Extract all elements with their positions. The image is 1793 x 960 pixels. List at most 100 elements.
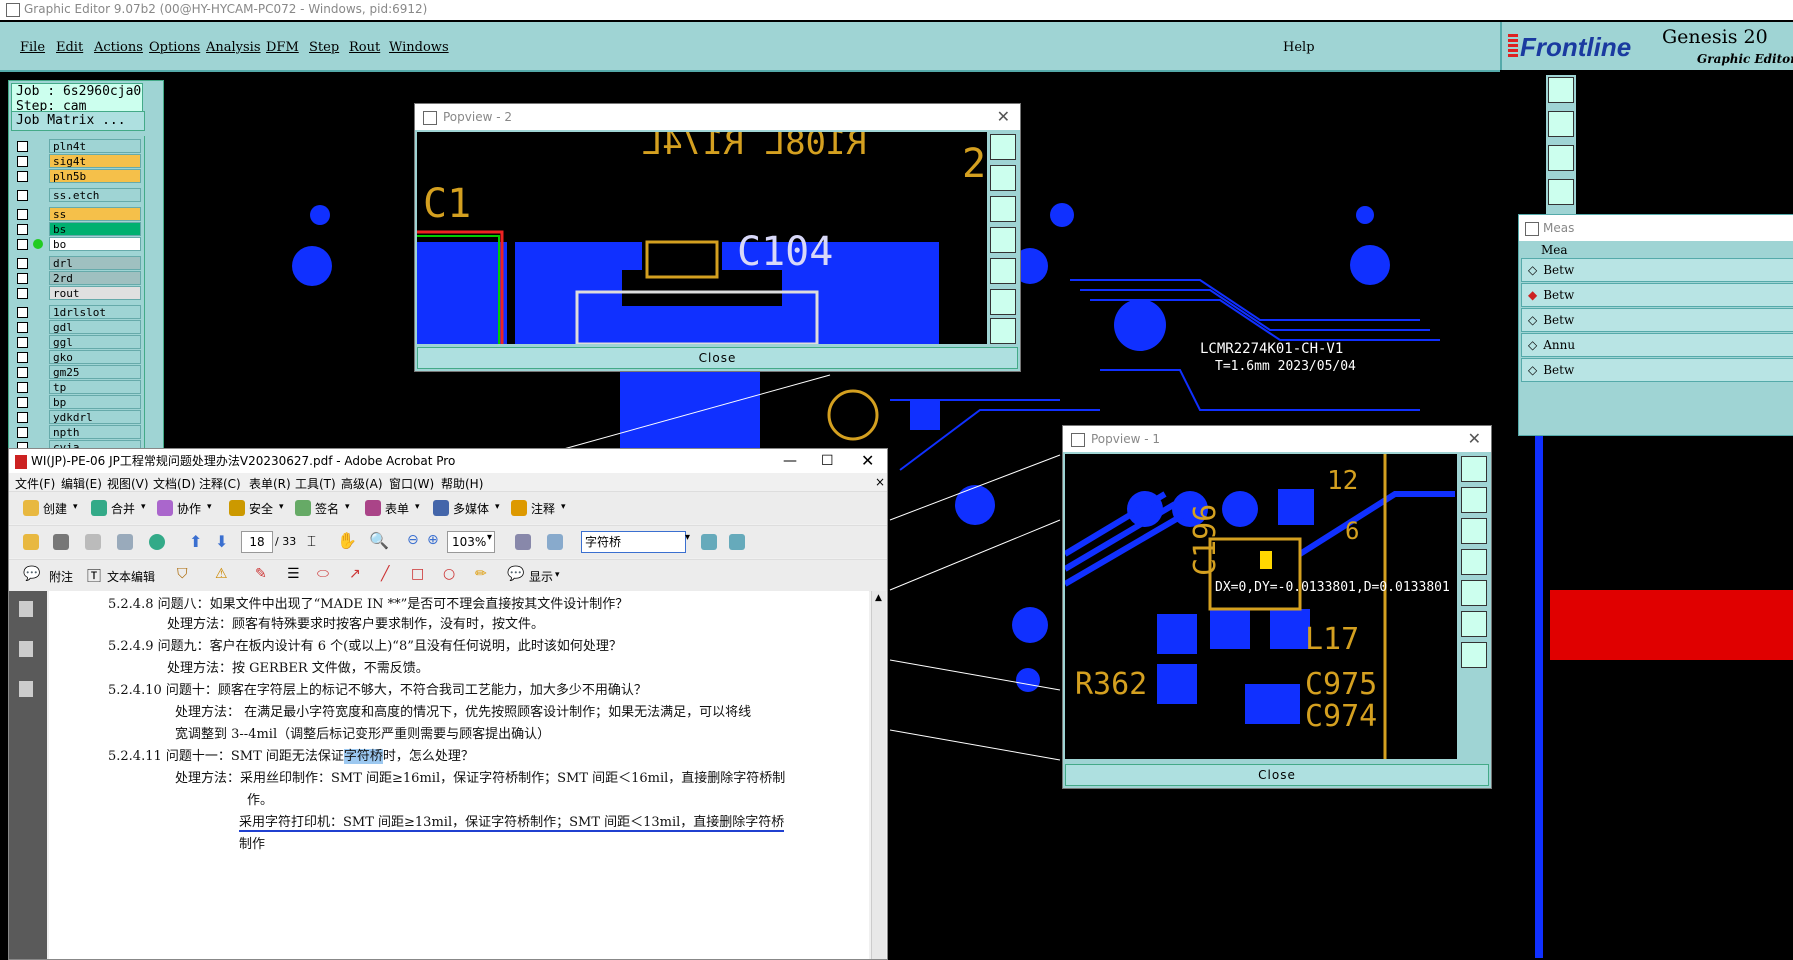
toolbar-button-2[interactable]: 协作 [177, 500, 201, 517]
menu-edit[interactable]: Edit [56, 40, 83, 55]
pan-down-icon[interactable] [990, 196, 1016, 222]
text-edit-icon[interactable]: 🅃 [87, 566, 101, 586]
zoom-out-icon[interactable]: ⊖ [407, 532, 419, 548]
pencil-icon[interactable]: ✏ [475, 566, 487, 582]
layer-checkbox[interactable] [17, 273, 28, 284]
menu-step[interactable]: Step [309, 40, 339, 55]
acrobat-menu-4[interactable]: 注释(C) [199, 475, 241, 492]
menu-options[interactable]: Options [149, 40, 200, 55]
dropdown-icon[interactable]: ▾ [495, 502, 500, 512]
measure-option-3[interactable]: ◇ Betw [1521, 308, 1793, 332]
note-button[interactable]: 附注 [49, 568, 73, 585]
layer-checkbox[interactable] [17, 307, 28, 318]
text-edit-button[interactable]: 文本编辑 [107, 568, 155, 585]
pan-left-icon[interactable] [1461, 549, 1487, 575]
tool-button-1[interactable] [1548, 77, 1574, 103]
layer-row-1drlslot[interactable]: 1drlslot [13, 305, 141, 319]
layer-checkbox[interactable] [17, 412, 28, 423]
acrobat-menu-3[interactable]: 文档(D) [153, 475, 196, 492]
prev-page-icon[interactable]: ⬆ [189, 532, 202, 551]
email-icon[interactable] [117, 534, 133, 550]
scroll-up-icon[interactable]: ▲ [875, 593, 882, 603]
acrobat-menu-8[interactable]: 窗口(W) [389, 475, 434, 492]
show-icon[interactable]: 💬 [507, 566, 524, 582]
layer-checkbox[interactable] [17, 337, 28, 348]
menu-analysis[interactable]: Analysis [206, 40, 261, 55]
fit-width-icon[interactable] [547, 534, 563, 550]
pages-icon[interactable] [19, 601, 33, 617]
pan-left-icon[interactable] [990, 227, 1016, 253]
cloud-icon[interactable]: ⬭ [317, 566, 329, 582]
layer-name[interactable]: gdl [49, 320, 141, 334]
tool-button-3[interactable] [1548, 145, 1574, 171]
layer-checkbox[interactable] [17, 397, 28, 408]
doc-scrollbar[interactable]: ▲ [871, 591, 886, 959]
layer-name[interactable]: gm25 [49, 365, 141, 379]
line-icon[interactable]: ╱ [381, 566, 389, 582]
layer-checkbox[interactable] [17, 224, 28, 235]
layer-name[interactable]: sig4t [49, 154, 141, 168]
pan-right-icon[interactable] [990, 258, 1016, 284]
close-icon[interactable]: ✕ [1468, 426, 1481, 452]
layer-row-pln5b[interactable]: pln5b [13, 169, 141, 183]
acrobat-menu-2[interactable]: 视图(V) [107, 475, 149, 492]
dropdown-icon[interactable]: ▾ [415, 502, 420, 512]
layer-checkbox[interactable] [17, 258, 28, 269]
bookmarks-icon[interactable] [19, 641, 33, 657]
doc-close-icon[interactable]: × [875, 475, 885, 489]
layer-row-sig4t[interactable]: sig4t [13, 154, 141, 168]
layer-checkbox[interactable] [17, 239, 28, 250]
zoom-dropdown-icon[interactable]: ▾ [487, 532, 492, 543]
layer-row-ss[interactable]: ss [13, 207, 141, 221]
layer-row-ss-etch[interactable]: ss.etch [13, 188, 141, 202]
close-icon[interactable]: ✕ [997, 104, 1010, 130]
note-icon[interactable]: 💬 [23, 566, 40, 582]
pan-down-icon[interactable] [1461, 518, 1487, 544]
job-matrix-button[interactable]: Job Matrix ... [11, 111, 145, 131]
zoom-out-icon[interactable] [1461, 642, 1487, 668]
layer-checkbox[interactable] [17, 209, 28, 220]
menu-windows[interactable]: Windows [389, 40, 449, 55]
dropdown-icon[interactable]: ▾ [73, 502, 78, 512]
acrobat-menu-0[interactable]: 文件(F) [15, 475, 55, 492]
acrobat-menu-5[interactable]: 表单(R) [249, 475, 291, 492]
zoom-out-icon[interactable] [990, 318, 1016, 344]
toolbar-button-5[interactable]: 表单 [385, 500, 409, 517]
measure-option-2[interactable]: ◆ Betw [1521, 283, 1793, 307]
page-number-input[interactable]: 18 [241, 531, 273, 553]
pan-up-icon[interactable] [1461, 487, 1487, 513]
attachments-icon[interactable] [19, 681, 33, 697]
layer-name[interactable]: ydkdrl [49, 410, 141, 424]
menu-rout[interactable]: Rout [349, 40, 380, 55]
layer-row-ydkdrl[interactable]: ydkdrl [13, 410, 141, 424]
next-page-icon[interactable]: ⬇ [215, 532, 228, 551]
hand-tool-icon[interactable]: ✋ [337, 531, 357, 550]
layer-checkbox[interactable] [17, 190, 28, 201]
layer-name[interactable]: drl [49, 256, 141, 270]
fit-page-icon[interactable] [515, 534, 531, 550]
close-icon[interactable]: ✕ [861, 449, 874, 473]
dropdown-icon[interactable]: ▾ [279, 502, 284, 512]
dropdown-icon[interactable]: ▾ [561, 502, 566, 512]
acrobat-menu-6[interactable]: 工具(T) [295, 475, 336, 492]
menu-dfm[interactable]: DFM [266, 40, 299, 55]
show-button[interactable]: 显示 [529, 568, 553, 585]
dropdown-icon[interactable]: ▾ [141, 502, 146, 512]
callout-icon[interactable]: ✎ [255, 566, 267, 582]
layer-checkbox[interactable] [17, 156, 28, 167]
layer-row-gdl[interactable]: gdl [13, 320, 141, 334]
maximize-icon[interactable]: ☐ [821, 449, 834, 473]
toolbar-button-3[interactable]: 安全 [249, 500, 273, 517]
layer-name[interactable]: tp [49, 380, 141, 394]
layer-checkbox[interactable] [17, 382, 28, 393]
highlight-icon[interactable]: ⚠ [215, 566, 228, 582]
layer-name[interactable]: ss [49, 207, 141, 221]
layer-checkbox[interactable] [17, 171, 28, 182]
layer-name[interactable]: pln5b [49, 169, 141, 183]
zoom-in-icon[interactable]: ⊕ [427, 532, 439, 548]
layer-name[interactable]: bp [49, 395, 141, 409]
dropdown-icon[interactable]: ▾ [207, 502, 212, 512]
dropdown-icon[interactable]: ▾ [345, 502, 350, 512]
layer-name[interactable]: ss.etch [49, 188, 141, 202]
open-icon[interactable] [23, 534, 39, 550]
